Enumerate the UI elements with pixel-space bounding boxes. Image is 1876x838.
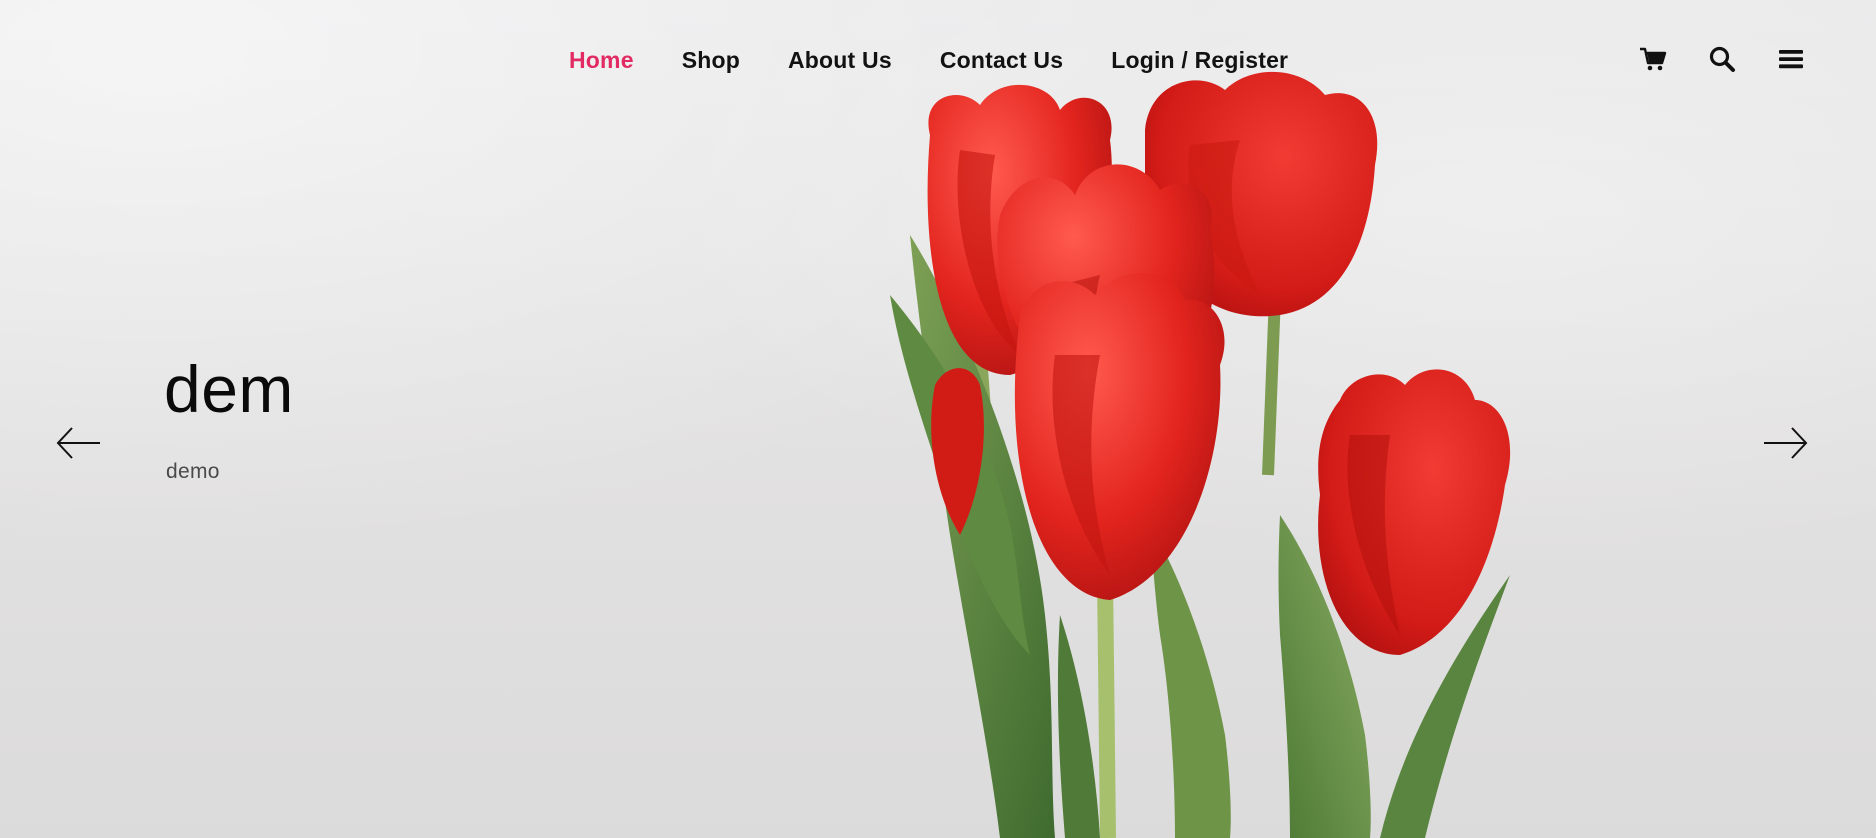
- search-icon[interactable]: [1707, 44, 1737, 74]
- nav-item-about-us[interactable]: About Us: [788, 47, 892, 74]
- slide-subtitle: demo: [166, 460, 220, 483]
- tulip-bouquet-image: [890, 71, 1511, 838]
- menu-icon[interactable]: [1776, 44, 1806, 74]
- slider-next-arrow-icon[interactable]: [1762, 423, 1808, 463]
- nav-item-contact-us[interactable]: Contact Us: [940, 47, 1063, 74]
- nav-item-shop[interactable]: Shop: [682, 47, 740, 74]
- nav-item-login-register[interactable]: Login / Register: [1111, 47, 1288, 74]
- header-icons: [1638, 44, 1806, 74]
- nav-item-home[interactable]: Home: [569, 47, 634, 74]
- main-nav: Home Shop About Us Contact Us Login / Re…: [569, 42, 1288, 78]
- hero-slider: Home Shop About Us Contact Us Login / Re…: [0, 0, 1876, 838]
- cart-icon[interactable]: [1638, 44, 1668, 74]
- slider-prev-arrow-icon[interactable]: [56, 423, 102, 463]
- slide-title: dem: [164, 352, 294, 426]
